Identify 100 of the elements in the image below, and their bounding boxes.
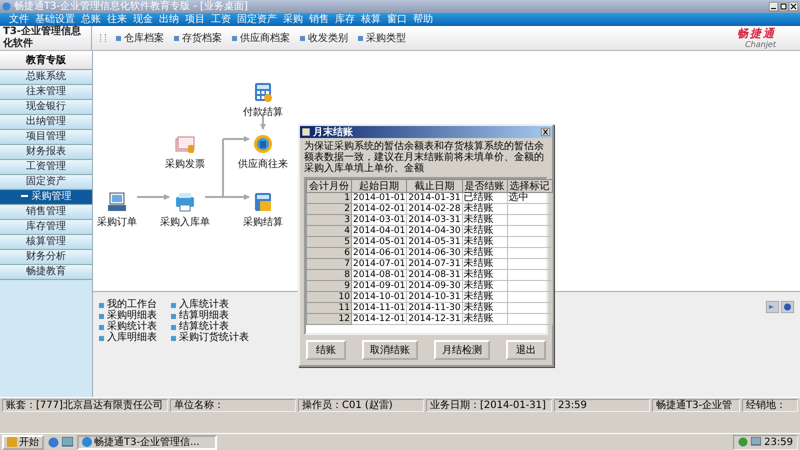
menu-item[interactable]: 工资 [210,14,232,26]
dialog-button[interactable]: 月结检测 [434,340,490,360]
bullet-icon [116,36,121,40]
sidebar-item[interactable]: 现金银行 [0,100,92,115]
browser-icon[interactable] [48,436,59,448]
table-cell: 2014-08-31 [406,270,462,280]
report-icon [99,314,104,318]
table-cell: 未结账 [462,236,508,248]
node-label[interactable]: 采购入库单 [160,215,210,229]
sidebar-item[interactable]: 财务报表 [0,145,92,160]
table-cell: 10 [306,292,352,302]
windows-logo-icon [7,437,17,447]
maximize-icon[interactable] [779,2,788,11]
menu-item[interactable]: 现金 [132,14,154,26]
table-cell: 4 [306,226,352,236]
toolbar-link[interactable]: 仓库档案 [124,31,164,45]
connector-line [222,139,224,197]
report-icon [171,336,176,340]
close-icon[interactable] [541,128,550,136]
logo-subtitle: Chanjet [745,40,776,49]
sidebar-item[interactable]: 出纳管理 [0,115,92,130]
app-icon [2,2,11,11]
scanner-icon[interactable] [766,301,779,313]
toolbar-link[interactable]: 收发类别 [308,31,348,45]
menu-item[interactable]: 出纳 [158,14,180,26]
report-link[interactable]: 入库明细表 [107,333,157,343]
report-link[interactable]: 采购统计表 [107,322,157,332]
report-link[interactable]: 入库统计表 [179,300,229,310]
report-link[interactable]: 采购订货统计表 [179,333,249,343]
menu-item[interactable]: 项目 [184,14,206,26]
report-link[interactable]: 结算统计表 [179,322,229,332]
node-label[interactable]: 供应商往来 [238,157,288,171]
toolbar-link[interactable]: 存货档案 [182,31,222,45]
help-icon[interactable] [781,301,794,313]
menu-item[interactable]: 核算 [360,14,382,26]
table-cell: 未结账 [462,214,508,226]
taskbar-button[interactable]: 畅捷通T3-企业管理信... [77,434,217,450]
table-cell: 未结账 [462,270,508,280]
toolbar-link[interactable]: 供应商档案 [240,31,290,45]
printer-icon[interactable] [174,191,196,213]
sidebar-item[interactable]: 核算管理 [0,235,92,250]
column-header: 是否结账 [462,180,508,192]
network-icon[interactable] [751,437,762,447]
flow-arrow [205,194,250,200]
table-cell: 选中 [507,192,552,204]
dialog-button[interactable]: 取消结账 [362,340,418,360]
menu-item[interactable]: 帮助 [412,14,434,26]
table-cell: 未结账 [462,226,508,236]
table-cell: 未结账 [462,204,508,214]
node-label[interactable]: 采购订单 [97,215,137,229]
close-icon[interactable] [789,2,798,11]
table-cell: 2014-05-01 [352,236,407,248]
bullet-icon [300,36,305,40]
toolbar-link[interactable]: 采购类型 [366,31,406,45]
menu-item[interactable]: 基础设置 [34,14,76,26]
sidebar-item[interactable]: 工资管理 [0,160,92,175]
calculator-icon[interactable] [252,191,274,213]
sidebar-item[interactable]: 库存管理 [0,220,92,235]
node-label[interactable]: 付款结算 [243,105,283,119]
report-link[interactable]: 我的工作台 [107,300,157,310]
dialog-button[interactable]: 结账 [306,340,346,360]
menu-item[interactable]: 销售 [308,14,330,26]
sidebar-item[interactable]: 固定资产 [0,175,92,190]
node-label[interactable]: 采购结算 [243,215,283,229]
table-cell: 2014-02-28 [406,204,462,214]
report-link[interactable]: 结算明细表 [179,311,229,321]
menu-item[interactable]: 窗口 [386,14,408,26]
dialog-button[interactable]: 退出 [506,340,546,360]
sidebar-item[interactable]: 财务分析 [0,250,92,265]
sidebar-item[interactable]: 采购管理 [0,190,92,205]
table-cell: 2014-03-31 [406,214,462,226]
calculator-icon[interactable] [252,81,274,103]
status-field: 业务日期：[2014-01-31] [426,399,552,412]
menu-item[interactable]: 文件 [8,14,30,26]
column-header: 选择标记 [507,180,552,192]
desktop-icon[interactable] [62,436,73,448]
sidebar-item[interactable]: 总账系统 [0,70,92,85]
menu-item[interactable]: 固定资产 [236,14,278,26]
computer-icon[interactable] [106,191,128,213]
node-label[interactable]: 采购发票 [165,157,205,171]
sidebar-item[interactable]: 畅捷教育 [0,265,92,280]
sidebar-item[interactable]: 项目管理 [0,130,92,145]
column-header: 截止日期 [406,180,462,192]
table-cell: 1 [306,192,352,204]
report-link[interactable]: 采购明细表 [107,311,157,321]
table-cell: 2 [306,204,352,214]
menu-item[interactable]: 采购 [282,14,304,26]
menu-item[interactable]: 总账 [80,14,102,26]
collapse-icon[interactable] [20,194,28,198]
start-button[interactable]: 开始 [2,434,44,450]
status-field: 23:59 [554,399,650,412]
status-field: 账套：[777]北京昌达有限责任公司 [2,399,168,412]
column-header: 起始日期 [352,180,407,192]
table-cell: 11 [306,302,352,314]
sidebar-item[interactable]: 往来管理 [0,85,92,100]
menu-item[interactable]: 往来 [106,14,128,26]
window-title: 畅捷通T3-企业管理信息化软件教育专版 - [业务桌面] [14,0,248,12]
sidebar-item[interactable]: 销售管理 [0,205,92,220]
menu-item[interactable]: 库存 [334,14,356,26]
minimize-icon[interactable] [769,2,778,11]
